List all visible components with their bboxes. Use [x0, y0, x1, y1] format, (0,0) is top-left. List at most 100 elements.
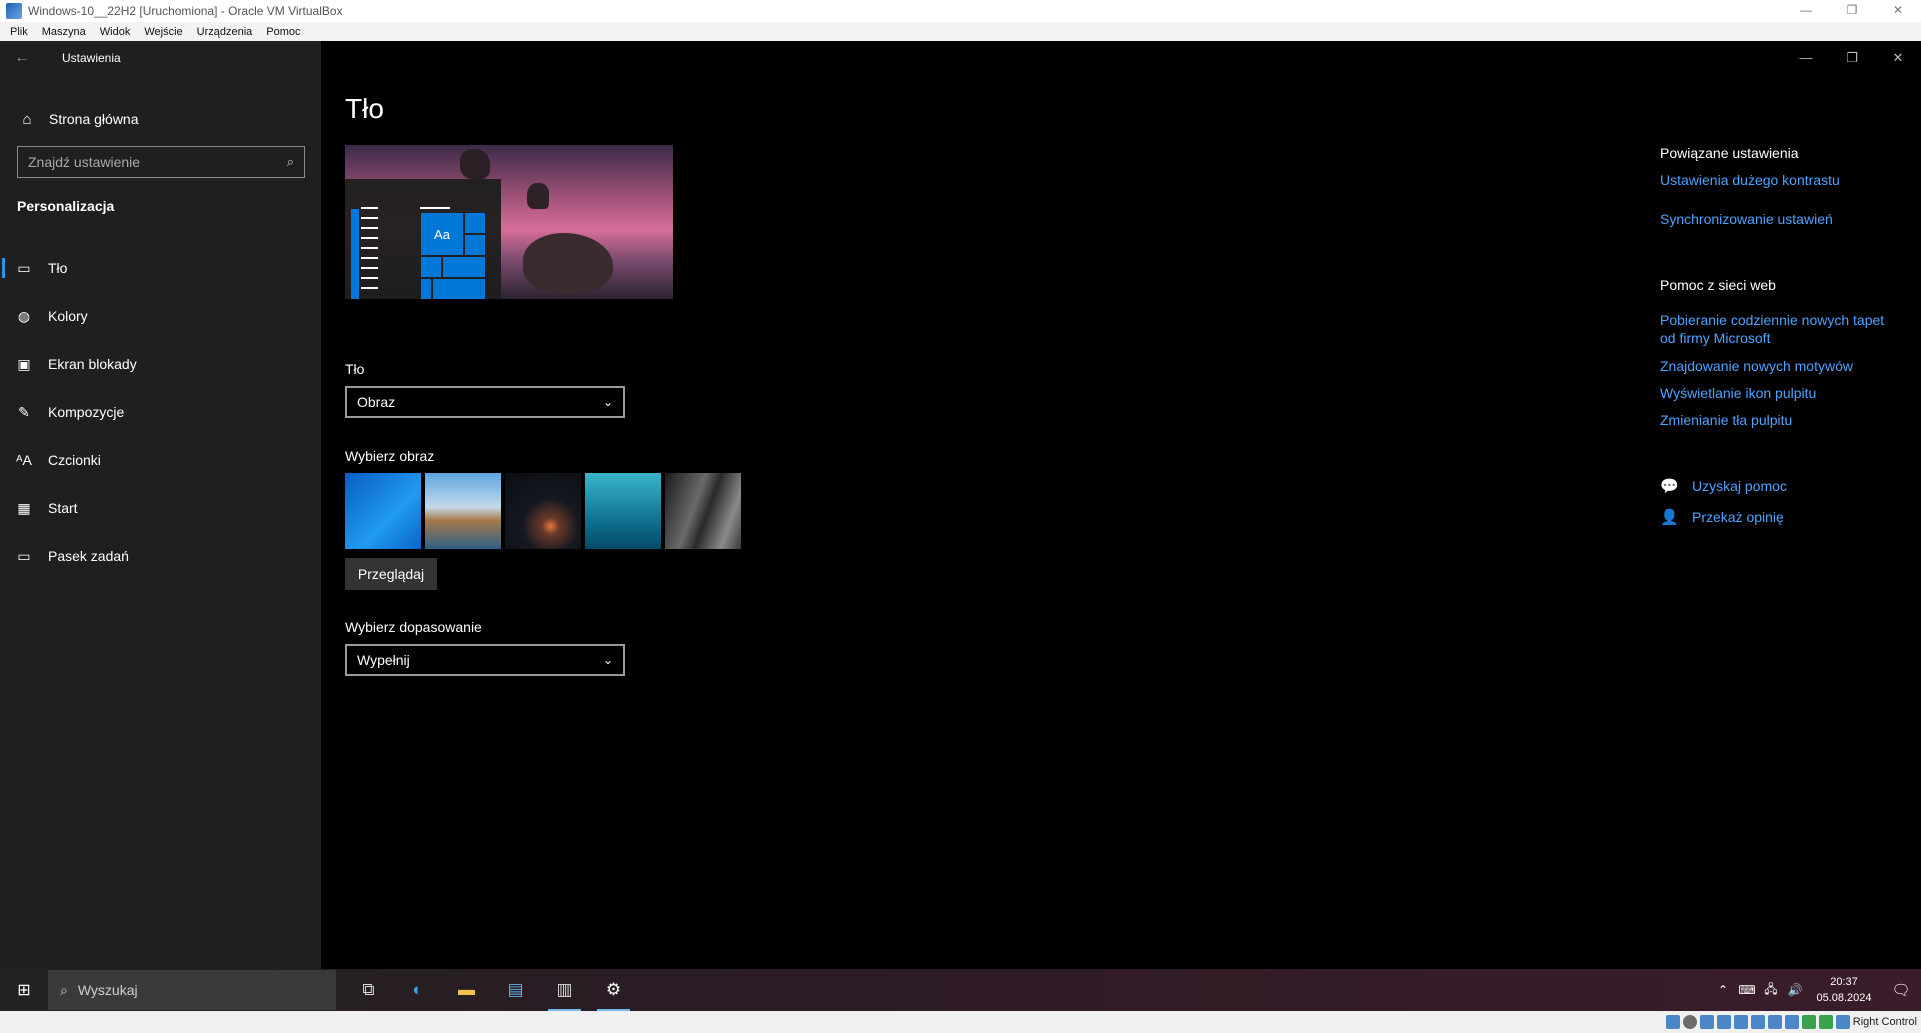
link-new-themes[interactable]: Znajdowanie nowych motywów — [1660, 357, 1900, 375]
vbox-minimize-button[interactable]: — — [1783, 0, 1829, 22]
chevron-up-icon[interactable]: ⌃ — [1711, 983, 1735, 997]
sidebar-item-kolory[interactable]: ◍ Kolory — [0, 292, 321, 340]
feedback-icon: 👤 — [1660, 509, 1679, 526]
settings-gear-icon[interactable]: ⚙ — [589, 969, 638, 1011]
get-help-label: Uzyskaj pomoc — [1692, 478, 1787, 494]
settings-main: — ❐ ✕ Tło Aa Tło Obraz ⌄ Wybierz obraz P… — [321, 41, 1921, 969]
preview-tile — [443, 257, 485, 277]
feedback-link[interactable]: 👤 Przekaż opinię — [1660, 508, 1784, 526]
sidebar-item-start[interactable]: ▦ Start — [0, 484, 321, 532]
background-label: Tło — [345, 361, 365, 377]
preview-menu-lines — [361, 207, 378, 297]
maximize-button[interactable]: ❐ — [1829, 41, 1875, 74]
display-icon[interactable] — [1767, 1015, 1782, 1029]
related-heading: Powiązane ustawienia — [1660, 145, 1799, 161]
start-icon: ▦ — [17, 499, 31, 516]
sidebar-item-label: Pasek zadań — [48, 548, 129, 564]
picture-thumbnail-rock[interactable] — [665, 473, 741, 549]
settings-app-title: Ustawienia — [62, 50, 121, 65]
cpu-icon[interactable] — [1801, 1015, 1816, 1029]
recording-icon[interactable] — [1784, 1015, 1799, 1029]
sidebar-item-ekran-blokady[interactable]: ▣ Ekran blokady — [0, 340, 321, 388]
image-icon: ▭ — [17, 259, 31, 276]
network-icon[interactable]: 🖧 — [1759, 980, 1783, 1001]
windows-logo-icon: ⊞ — [17, 982, 31, 999]
optical-drive-icon[interactable] — [1682, 1015, 1697, 1029]
minimize-button[interactable]: — — [1783, 41, 1829, 74]
vbox-status-bar: Right Control — [0, 1011, 1921, 1033]
mouse-integration-icon[interactable] — [1818, 1015, 1833, 1029]
link-daily-wallpapers[interactable]: Pobieranie codziennie nowych tapet od fi… — [1660, 311, 1900, 347]
vbox-maximize-button[interactable]: ❐ — [1829, 0, 1875, 22]
browse-button[interactable]: Przeglądaj — [345, 558, 437, 590]
start-button[interactable]: ⊞ — [0, 969, 48, 1011]
picture-thumbnail-windows[interactable] — [345, 473, 421, 549]
sidebar-item-tlo[interactable]: ▭ Tło — [0, 244, 321, 292]
get-help-link[interactable]: 💬 Uzyskaj pomoc — [1660, 477, 1787, 495]
volume-icon[interactable]: 🔊 — [1783, 983, 1807, 997]
vbox-menu-urzadzenia[interactable]: Urządzenia — [197, 26, 253, 38]
picture-thumbnails — [345, 473, 741, 549]
taskbar-search-placeholder: Wyszukaj — [77, 982, 138, 998]
home-icon: ⌂ — [22, 110, 32, 128]
fit-dropdown[interactable]: Wypełnij ⌄ — [345, 644, 625, 676]
settings-sidebar: ← Ustawienia ⌂ Strona główna Znajdź usta… — [0, 41, 321, 969]
action-center-icon[interactable]: 🗨 — [1881, 981, 1921, 999]
vbox-title-bar: Windows-10__22H2 [Uruchomiona] - Oracle … — [0, 0, 1921, 22]
link-change-background[interactable]: Zmienianie tła pulpitu — [1660, 411, 1900, 429]
vbox-menu-maszyna[interactable]: Maszyna — [42, 26, 86, 38]
preview-tile — [433, 279, 485, 299]
network-adapter-icon[interactable] — [1716, 1015, 1731, 1029]
home-label: Strona główna — [49, 111, 139, 127]
preview-tile-header — [420, 207, 450, 209]
page-title: Tło — [345, 93, 384, 124]
link-desktop-icons[interactable]: Wyświetlanie ikon pulpitu — [1660, 384, 1900, 402]
notepad-icon[interactable]: ▥ — [540, 969, 589, 1011]
vbox-close-button[interactable]: ✕ — [1875, 0, 1921, 22]
search-icon[interactable]: ⌕ — [287, 154, 294, 170]
themes-icon: ✎ — [18, 403, 30, 420]
preview-tile — [421, 279, 431, 299]
preview-tile: Aa — [421, 213, 463, 255]
shared-folders-icon[interactable] — [1750, 1015, 1765, 1029]
preview-app-list — [351, 209, 359, 299]
taskbar: ⊞ ⌕ Wyszukaj ⧉ ◐ ▬ ▤ ▥ ⚙ ⌃ ⌨ 🖧 🔊 20:37 0… — [0, 969, 1921, 1011]
taskbar-search-input[interactable]: ⌕ Wyszukaj — [48, 970, 336, 1010]
background-type-dropdown[interactable]: Obraz ⌄ — [345, 386, 625, 418]
sidebar-item-label: Kompozycje — [48, 404, 125, 420]
vbox-menu-widok[interactable]: Widok — [100, 26, 131, 38]
device-icon[interactable]: ⌨ — [1735, 983, 1759, 997]
link-sync-settings[interactable]: Synchronizowanie ustawień — [1660, 210, 1900, 228]
system-tray: ⌃ ⌨ 🖧 🔊 20:37 05.08.2024 🗨 — [1711, 969, 1921, 1011]
palette-icon: ◍ — [17, 307, 31, 324]
file-explorer-icon[interactable]: ▬ — [442, 969, 491, 1011]
settings-search-input[interactable]: Znajdź ustawienie ⌕ — [17, 146, 305, 178]
close-button[interactable]: ✕ — [1875, 41, 1921, 74]
picture-thumbnail-underwater[interactable] — [585, 473, 661, 549]
sidebar-item-label: Czcionki — [48, 452, 101, 468]
hdd-icon[interactable] — [1665, 1015, 1680, 1029]
vbox-menu-wejscie[interactable]: Wejście — [144, 26, 182, 38]
edge-icon[interactable]: ◐ — [393, 969, 442, 1011]
home-link[interactable]: ⌂ Strona główna — [0, 101, 321, 137]
preview-rock — [523, 233, 613, 293]
clock[interactable]: 20:37 05.08.2024 — [1807, 974, 1881, 1006]
sidebar-item-czcionki[interactable]: ᴬA Czcionki — [0, 436, 321, 484]
vbox-menu-plik[interactable]: Plik — [10, 26, 28, 38]
control-panel-icon[interactable]: ▤ — [491, 969, 540, 1011]
picture-thumbnail-night-sky[interactable] — [505, 473, 581, 549]
link-high-contrast[interactable]: Ustawienia dużego kontrastu — [1660, 171, 1900, 189]
back-arrow-icon[interactable]: ← — [14, 49, 38, 67]
task-view-icon[interactable]: ⧉ — [344, 969, 393, 1011]
sidebar-item-kompozycje[interactable]: ✎ Kompozycje — [0, 388, 321, 436]
background-type-value: Obraz — [357, 394, 396, 410]
clock-date: 05.08.2024 — [1816, 992, 1872, 1004]
usb-icon[interactable] — [1733, 1015, 1748, 1029]
audio-icon[interactable] — [1699, 1015, 1714, 1029]
sidebar-item-pasek-zadan[interactable]: ▭ Pasek zadań — [0, 532, 321, 580]
picture-thumbnail-beach[interactable] — [425, 473, 501, 549]
preview-tile — [421, 257, 441, 277]
vbox-menu-pomoc[interactable]: Pomoc — [266, 26, 300, 38]
taskbar-apps: ⧉ ◐ ▬ ▤ ▥ ⚙ — [344, 969, 638, 1011]
keyboard-icon[interactable] — [1835, 1015, 1850, 1029]
